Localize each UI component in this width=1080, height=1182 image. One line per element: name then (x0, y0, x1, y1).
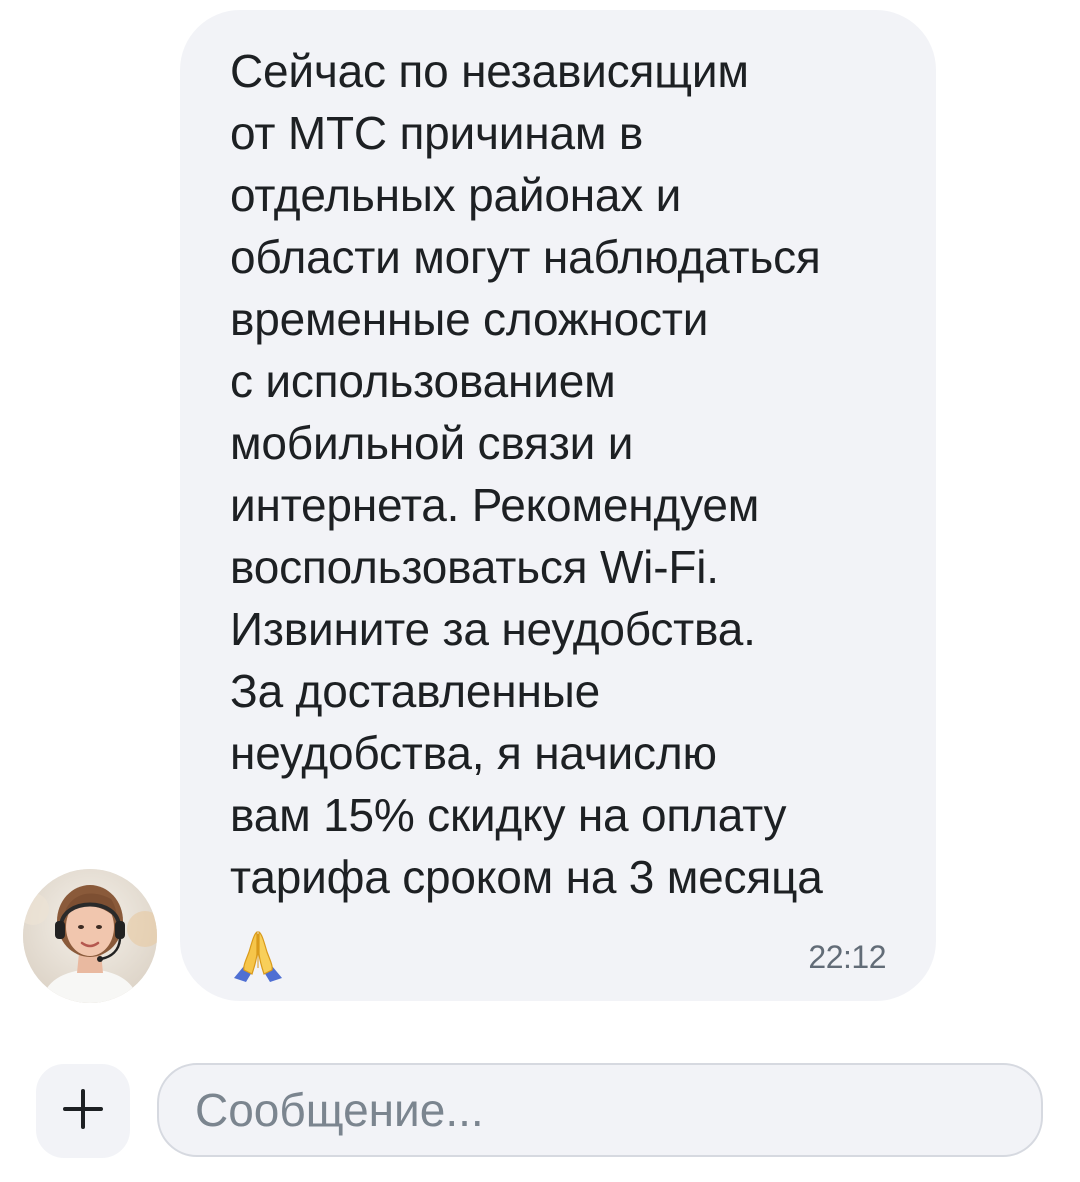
message-bubble: Сейчас по независящим от МТС причинам в … (180, 10, 936, 1001)
message-time: 22:12 (808, 939, 886, 975)
message-text: Сейчас по независящим от МТС причинам в … (230, 45, 823, 903)
folded-hands-icon (230, 928, 286, 984)
message-input[interactable] (157, 1063, 1043, 1157)
add-attachment-button[interactable] (36, 1064, 130, 1158)
operator-avatar[interactable] (23, 869, 157, 1003)
plus-icon (61, 1087, 105, 1136)
